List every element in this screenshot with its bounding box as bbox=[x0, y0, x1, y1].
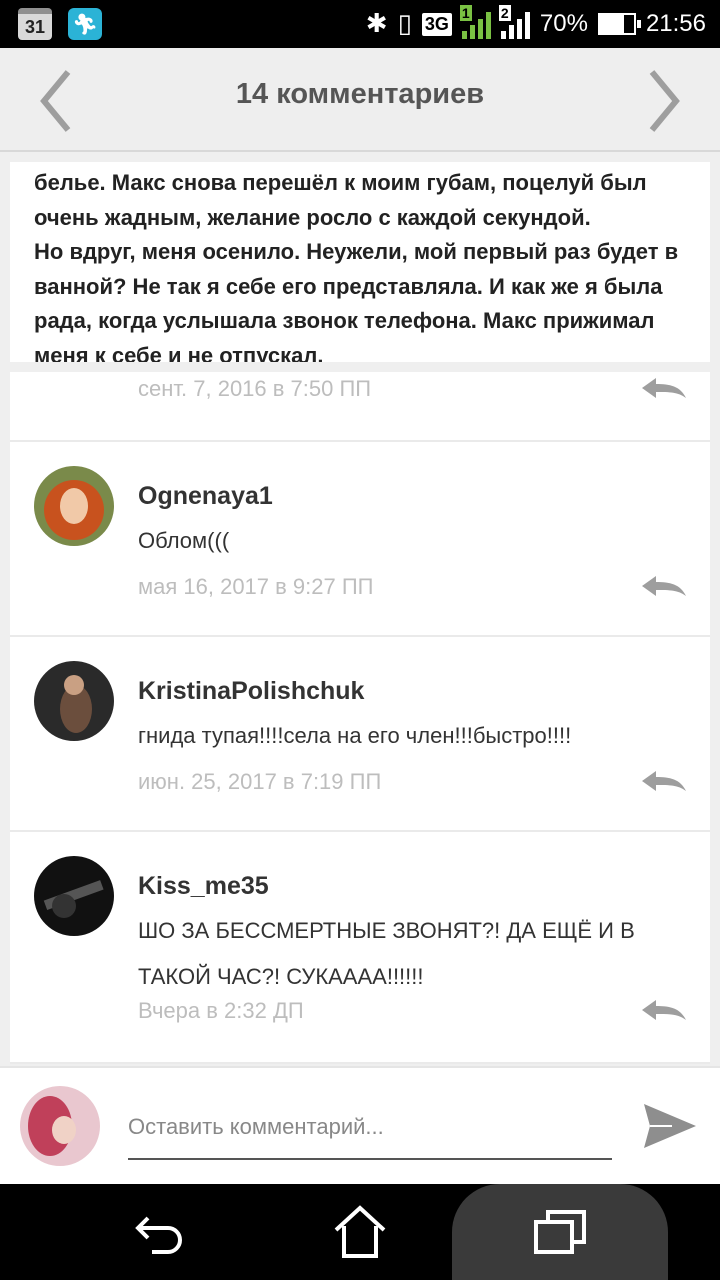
comment-date: июн. 25, 2017 в 7:19 ПП bbox=[138, 769, 382, 794]
comment-date: сент. 7, 2016 в 7:50 ПП bbox=[138, 376, 372, 401]
comment-item: Ognenaya1 Облом((( мая 16, 2017 в 9:27 П… bbox=[10, 442, 710, 637]
comment-list: сент. 7, 2016 в 7:50 ПП Ognenaya1 Облом(… bbox=[10, 372, 710, 1064]
comment-author[interactable]: Ognenaya1 bbox=[138, 482, 273, 511]
chevron-right-icon[interactable] bbox=[644, 66, 684, 136]
comment-item: сент. 7, 2016 в 7:50 ПП bbox=[10, 372, 710, 442]
signal-sim1-icon: 1 bbox=[459, 5, 491, 39]
comments-header: 14 комментариев bbox=[0, 48, 720, 152]
battery-icon bbox=[597, 13, 641, 35]
page-title: 14 комментариев bbox=[235, 78, 485, 110]
avatar[interactable] bbox=[34, 856, 114, 936]
comment-author[interactable]: Kiss_me35 bbox=[138, 872, 269, 901]
comment-composer: Оставить комментарий... bbox=[0, 1066, 720, 1184]
current-user-avatar bbox=[20, 1086, 100, 1166]
reply-icon[interactable] bbox=[642, 998, 686, 1024]
reply-icon[interactable] bbox=[642, 769, 686, 795]
comment-text: Облом((( bbox=[138, 528, 230, 553]
network-type-badge: 3G bbox=[421, 12, 452, 36]
vibrate-icon: ▯ bbox=[397, 9, 412, 39]
signal-sim2-icon: 2 bbox=[498, 5, 530, 39]
story-excerpt: белье. Макс снова перешёл к моим губам, … bbox=[10, 162, 710, 362]
calendar-icon: 31 bbox=[18, 8, 52, 40]
reply-icon[interactable] bbox=[642, 376, 686, 402]
avatar[interactable] bbox=[34, 466, 114, 546]
reply-icon[interactable] bbox=[642, 574, 686, 600]
comment-date: мая 16, 2017 в 9:27 ПП bbox=[138, 574, 374, 599]
sim2-label: 2 bbox=[498, 5, 511, 21]
battery-percent: 70% bbox=[539, 10, 588, 37]
back-icon[interactable] bbox=[132, 1204, 188, 1260]
sim1-label: 1 bbox=[459, 5, 472, 21]
bluetooth-icon: ✱ bbox=[365, 9, 388, 39]
comment-author[interactable]: KristinaPolishchuk bbox=[138, 677, 364, 706]
comment-text: гнида тупая!!!!села на его член!!!быстро… bbox=[138, 723, 572, 748]
recents-icon[interactable] bbox=[532, 1204, 588, 1260]
system-nav-bar bbox=[0, 1184, 720, 1280]
fitness-app-icon: 🏃︎ bbox=[68, 8, 102, 40]
story-text: белье. Макс снова перешёл к моим губам, … bbox=[34, 170, 679, 362]
comment-item: KristinaPolishchuk гнида тупая!!!!села н… bbox=[10, 637, 710, 832]
avatar[interactable] bbox=[34, 661, 114, 741]
comment-text: ШО ЗА БЕССМЕРТНЫЕ ЗВОНЯТ?! ДА ЕЩЁ И В ТА… bbox=[138, 918, 635, 989]
comment-input[interactable]: Оставить комментарий... bbox=[128, 1108, 612, 1160]
status-bar: 31 🏃︎ ✱ ▯ 3G 1 2 70% 21:56 bbox=[0, 0, 720, 48]
comment-date: Вчера в 2:32 ДП bbox=[138, 998, 304, 1023]
battery-fill bbox=[599, 15, 624, 33]
home-icon[interactable] bbox=[332, 1204, 388, 1260]
clock: 21:56 bbox=[645, 10, 706, 37]
send-icon[interactable] bbox=[642, 1098, 698, 1154]
comment-item: Kiss_me35 ШО ЗА БЕССМЕРТНЫЕ ЗВОНЯТ?! ДА … bbox=[10, 832, 710, 1064]
